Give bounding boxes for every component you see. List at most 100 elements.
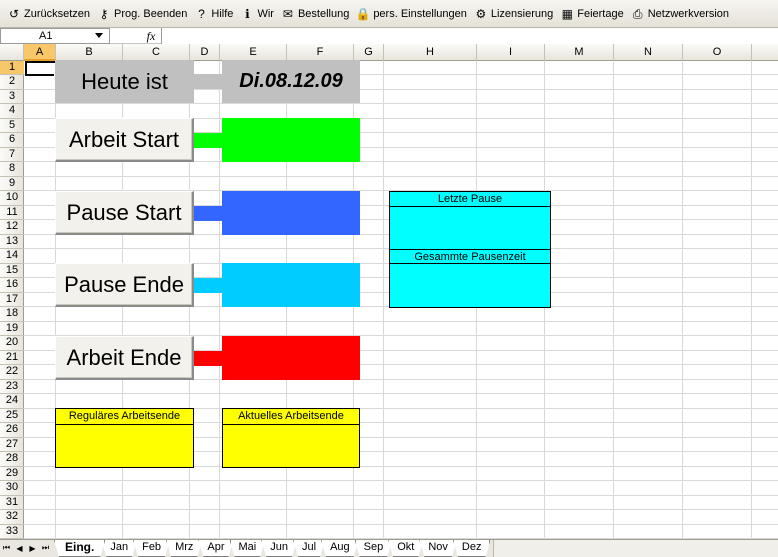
row-header-21[interactable]: 21: [0, 351, 24, 366]
row-header-31[interactable]: 31: [0, 496, 24, 511]
column-header-n[interactable]: N: [614, 44, 683, 61]
column-header-m[interactable]: M: [545, 44, 614, 61]
status-indicator: [222, 263, 360, 307]
row-header-17[interactable]: 17: [0, 293, 24, 308]
button-arbeit-start[interactable]: Arbeit Start: [55, 118, 194, 162]
row-header-9[interactable]: 9: [0, 177, 24, 192]
sheet-tab[interactable]: Feb: [133, 540, 170, 557]
column-header-b[interactable]: B: [56, 44, 123, 61]
row-header-32[interactable]: 32: [0, 510, 24, 525]
regular-end-label: Reguläres Arbeitsende: [56, 409, 193, 425]
sheet-tab[interactable]: Nov: [419, 540, 457, 557]
column-header-c[interactable]: C: [123, 44, 190, 61]
column-header-h[interactable]: H: [384, 44, 477, 61]
button-pause-start[interactable]: Pause Start: [55, 191, 194, 235]
row-header-20[interactable]: 20: [0, 336, 24, 351]
toolbar-button-label: Bestellung: [297, 7, 350, 20]
sheet-tab[interactable]: Dez: [453, 540, 491, 557]
lock-icon: 🔒: [355, 6, 371, 21]
row-header-26[interactable]: 26: [0, 423, 24, 438]
row-header-28[interactable]: 28: [0, 452, 24, 467]
row-header-22[interactable]: 22: [0, 365, 24, 380]
sheet-tab[interactable]: Okt: [388, 540, 423, 557]
row-header-24[interactable]: 24: [0, 394, 24, 409]
toolbar-button-bestellung[interactable]: ✉ Bestellung: [277, 3, 352, 25]
row-header-15[interactable]: 15: [0, 264, 24, 279]
sheet-tab[interactable]: Jul: [293, 540, 325, 557]
function-icon[interactable]: fx: [142, 28, 160, 44]
column-header-f[interactable]: F: [287, 44, 354, 61]
column-header-o[interactable]: O: [683, 44, 752, 61]
row-header-33[interactable]: 33: [0, 525, 24, 539]
row-header-30[interactable]: 30: [0, 481, 24, 496]
button-label: Arbeit Ende: [66, 344, 182, 370]
sheet-tab[interactable]: Mrz: [166, 540, 202, 557]
column-header-i[interactable]: I: [477, 44, 545, 61]
row-headers: 1 2 3 4 5 6 7 8 9 10 11 12 13 14 15 16 17 18 19 20 21 22 23 24 2…: [0, 61, 24, 539]
toolbar-button-zur-cksetzen[interactable]: ↺ Zurücksetzen: [3, 3, 93, 25]
row-header-6[interactable]: 6: [0, 133, 24, 148]
toolbar-button-wir[interactable]: ℹ Wir: [236, 3, 277, 25]
row-header-3[interactable]: 3: [0, 90, 24, 105]
first-sheet-icon[interactable]: ⏮: [0, 540, 13, 556]
row-header-2[interactable]: 2: [0, 75, 24, 90]
column-header-e[interactable]: E: [220, 44, 287, 61]
select-all-corner[interactable]: [0, 44, 24, 61]
sheet-tab[interactable]: Apr: [198, 540, 233, 557]
key-icon: ⚷: [99, 6, 109, 21]
date-display: Di.08.12.09: [222, 60, 360, 103]
prev-sheet-icon[interactable]: ◀: [13, 540, 26, 556]
row-header-16[interactable]: 16: [0, 278, 24, 293]
row-header-27[interactable]: 27: [0, 438, 24, 453]
sheet-tab[interactable]: Jun: [261, 540, 297, 557]
info-icon: ℹ: [245, 6, 250, 21]
sheet-tab[interactable]: Eing.: [54, 540, 105, 557]
row-header-18[interactable]: 18: [0, 307, 24, 322]
chevron-down-icon[interactable]: [95, 33, 103, 38]
toolbar-button-label: Netzwerkversion: [647, 7, 730, 20]
sheet-tab[interactable]: Jan: [101, 540, 137, 557]
order-icon: ✉: [282, 6, 293, 21]
row-header-23[interactable]: 23: [0, 380, 24, 395]
active-cell[interactable]: [25, 61, 59, 78]
toolbar-button-hilfe[interactable]: ? Hilfe: [190, 3, 236, 25]
sheet-tab[interactable]: Sep: [355, 540, 393, 557]
row-header-8[interactable]: 8: [0, 162, 24, 177]
row-header-4[interactable]: 4: [0, 104, 24, 119]
toolbar-button-prog-beenden[interactable]: ⚷ Prog. Beenden: [93, 3, 190, 25]
status-connector: [194, 351, 222, 366]
button-arbeit-ende[interactable]: Arbeit Ende: [55, 336, 194, 380]
row-header-10[interactable]: 10: [0, 191, 24, 206]
toolbar-button-feiertage[interactable]: ▦ Feiertage: [556, 3, 626, 25]
sheet-tabs: Eing. Jan Feb Mrz Apr Mai Jun Jul Aug Sep Okt Nov De…: [58, 540, 490, 557]
toolbar-button-lizensierung[interactable]: ⚙ Lizensierung: [470, 3, 556, 25]
toolbar-button-netzwerkversion[interactable]: ⎙ Netzwerkversion: [627, 3, 732, 25]
row-header-29[interactable]: 29: [0, 467, 24, 482]
column-header-d[interactable]: D: [190, 44, 220, 61]
horizontal-scrollbar[interactable]: [493, 540, 778, 557]
row-header-5[interactable]: 5: [0, 119, 24, 134]
row-header-11[interactable]: 11: [0, 206, 24, 221]
row-header-19[interactable]: 19: [0, 322, 24, 337]
help-icon: ?: [198, 6, 205, 21]
next-sheet-icon[interactable]: ▶: [26, 540, 39, 556]
column-header-g[interactable]: G: [354, 44, 384, 61]
row-header-14[interactable]: 14: [0, 249, 24, 264]
row-header-25[interactable]: 25: [0, 409, 24, 424]
row-header-7[interactable]: 7: [0, 148, 24, 163]
row-header-13[interactable]: 13: [0, 235, 24, 250]
sheet-tab[interactable]: Aug: [321, 540, 359, 557]
last-sheet-icon[interactable]: ⏭: [39, 540, 52, 556]
status-connector: [194, 206, 222, 221]
sheet-tab[interactable]: Mai: [230, 540, 266, 557]
formula-input[interactable]: [161, 28, 778, 44]
column-headers: ABCDEFGHIMNO: [0, 44, 778, 61]
toolbar-button-pers-einstellungen[interactable]: 🔒 pers. Einstellungen: [352, 3, 470, 25]
last-pause-value: [390, 207, 550, 249]
column-header-a[interactable]: A: [24, 44, 56, 61]
name-box[interactable]: A1: [0, 28, 110, 44]
row-header-12[interactable]: 12: [0, 220, 24, 235]
button-pause-ende[interactable]: Pause Ende: [55, 263, 194, 307]
sheet-tab-bar: ⏮ ◀ ▶ ⏭ Eing. Jan Feb Mrz Apr Mai Jun Jul Aug Sep…: [0, 539, 778, 557]
row-header-1[interactable]: 1: [0, 61, 24, 76]
